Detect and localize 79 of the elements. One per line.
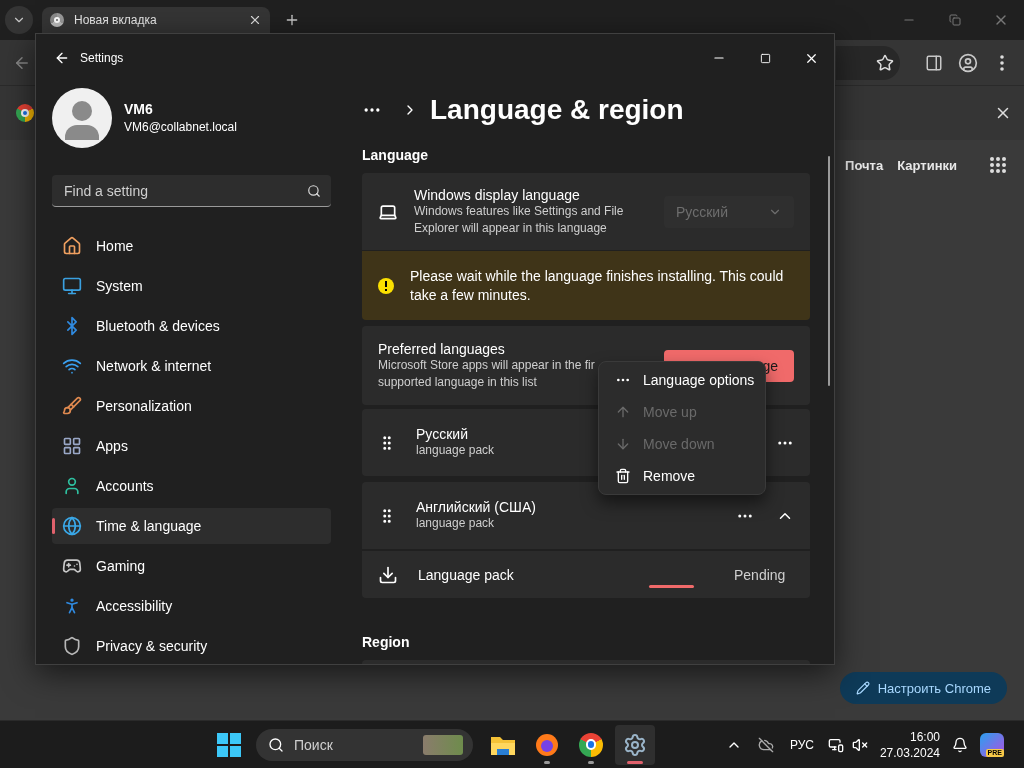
- language-subtitle: language pack: [416, 515, 495, 532]
- language-row[interactable]: Английский (США) language pack: [362, 482, 810, 549]
- taskbar-app[interactable]: [615, 724, 655, 765]
- download-icon: [378, 564, 398, 585]
- warning-icon: [378, 277, 394, 294]
- arrow-up-icon: [615, 404, 631, 420]
- search-highlight-picture: [423, 734, 463, 755]
- volume-muted-icon[interactable]: [851, 736, 868, 753]
- restore-icon: [949, 14, 961, 26]
- wifi-icon: [62, 356, 82, 376]
- search-input[interactable]: Find a setting: [62, 181, 307, 200]
- maximize-icon: [759, 52, 771, 64]
- nav-item[interactable]: System: [52, 268, 331, 304]
- search-icon: [307, 183, 321, 198]
- close-icon[interactable]: [248, 13, 262, 27]
- home-icon: [62, 236, 82, 256]
- account-email: VM6@collabnet.local: [124, 120, 237, 135]
- setting-title: Preferred languages: [378, 340, 505, 357]
- taskbar-search[interactable]: Поиск: [256, 728, 473, 761]
- shield-icon: [62, 636, 82, 656]
- nav-item[interactable]: Apps: [52, 428, 331, 464]
- arrow-down-icon: [615, 436, 631, 452]
- brush-icon: [62, 396, 82, 416]
- browser-tab[interactable]: Новая вкладка: [42, 7, 270, 33]
- apps-grid-icon[interactable]: [989, 156, 1007, 174]
- plus-icon: [284, 12, 300, 28]
- monitor-icon: [62, 276, 82, 296]
- nav-item[interactable]: Personalization: [52, 388, 331, 424]
- nav-item[interactable]: Accessibility: [52, 588, 331, 624]
- input-language[interactable]: РУС: [789, 737, 814, 752]
- feature-status: Pending: [734, 566, 787, 583]
- address-bar[interactable]: [836, 45, 900, 80]
- cloud-off-icon[interactable]: [757, 736, 774, 753]
- language-name: Английский (США): [416, 499, 536, 515]
- language-name: Русский: [416, 426, 468, 442]
- gamepad-icon: [62, 556, 82, 576]
- star-icon[interactable]: [876, 53, 894, 72]
- setting-description: supported language in this list: [378, 373, 537, 391]
- warning-text: Please wait while the language finishes installing. This could take a few minutes.: [410, 266, 785, 305]
- feature-name: Language pack: [418, 566, 514, 583]
- search-icon: [268, 736, 284, 753]
- network-icon[interactable]: [827, 736, 844, 753]
- nav-item[interactable]: Time & language: [52, 508, 331, 544]
- setting-description: Microsoft Store apps will appear in the fir: [378, 357, 595, 374]
- customize-chrome-button[interactable]: Настроить Chrome: [839, 672, 1007, 704]
- clock[interactable]: 16:00 27.03.2024: [879, 728, 940, 761]
- person-icon: [62, 476, 82, 496]
- settings-icon: [623, 732, 647, 757]
- account-name: VM6: [124, 101, 154, 118]
- profile-icon: [958, 52, 978, 73]
- chrome-icon: [579, 732, 603, 757]
- language-subtitle: language pack: [416, 442, 495, 459]
- firefox-icon: [535, 732, 559, 757]
- windows-start-icon[interactable]: [216, 731, 242, 758]
- section-header: Region: [362, 633, 411, 652]
- apps-icon: [62, 436, 82, 456]
- nav-item[interactable]: Bluetooth & devices: [52, 308, 331, 344]
- page-title: Language & region: [430, 94, 684, 126]
- setting-title: Windows display language: [414, 186, 580, 203]
- trash-icon: [615, 468, 631, 484]
- page-link[interactable]: Почта: [845, 157, 884, 173]
- page-link[interactable]: Картинки: [897, 157, 957, 173]
- nav-item[interactable]: Network & internet: [52, 348, 331, 384]
- menu-item[interactable]: Language options: [603, 364, 761, 396]
- side-panel-icon: [925, 53, 943, 72]
- search-input[interactable]: Поиск: [292, 735, 415, 754]
- nav-item[interactable]: Accounts: [52, 468, 331, 504]
- menu-icon: [1000, 54, 1004, 71]
- section-header: Language: [362, 146, 430, 165]
- pencil-icon: [855, 681, 870, 695]
- chrome-icon: [16, 104, 34, 122]
- bell-icon[interactable]: [952, 736, 968, 753]
- nav-item[interactable]: Gaming: [52, 548, 331, 584]
- search-field[interactable]: Find a setting: [52, 175, 331, 207]
- nav-item[interactable]: Home: [52, 228, 331, 264]
- nav-item[interactable]: Privacy & security: [52, 628, 331, 664]
- chrome-icon: [50, 13, 64, 27]
- setting-description: Windows features like Settings and File Explorer will appear in this language: [414, 203, 625, 237]
- globe-clock-icon: [62, 516, 82, 536]
